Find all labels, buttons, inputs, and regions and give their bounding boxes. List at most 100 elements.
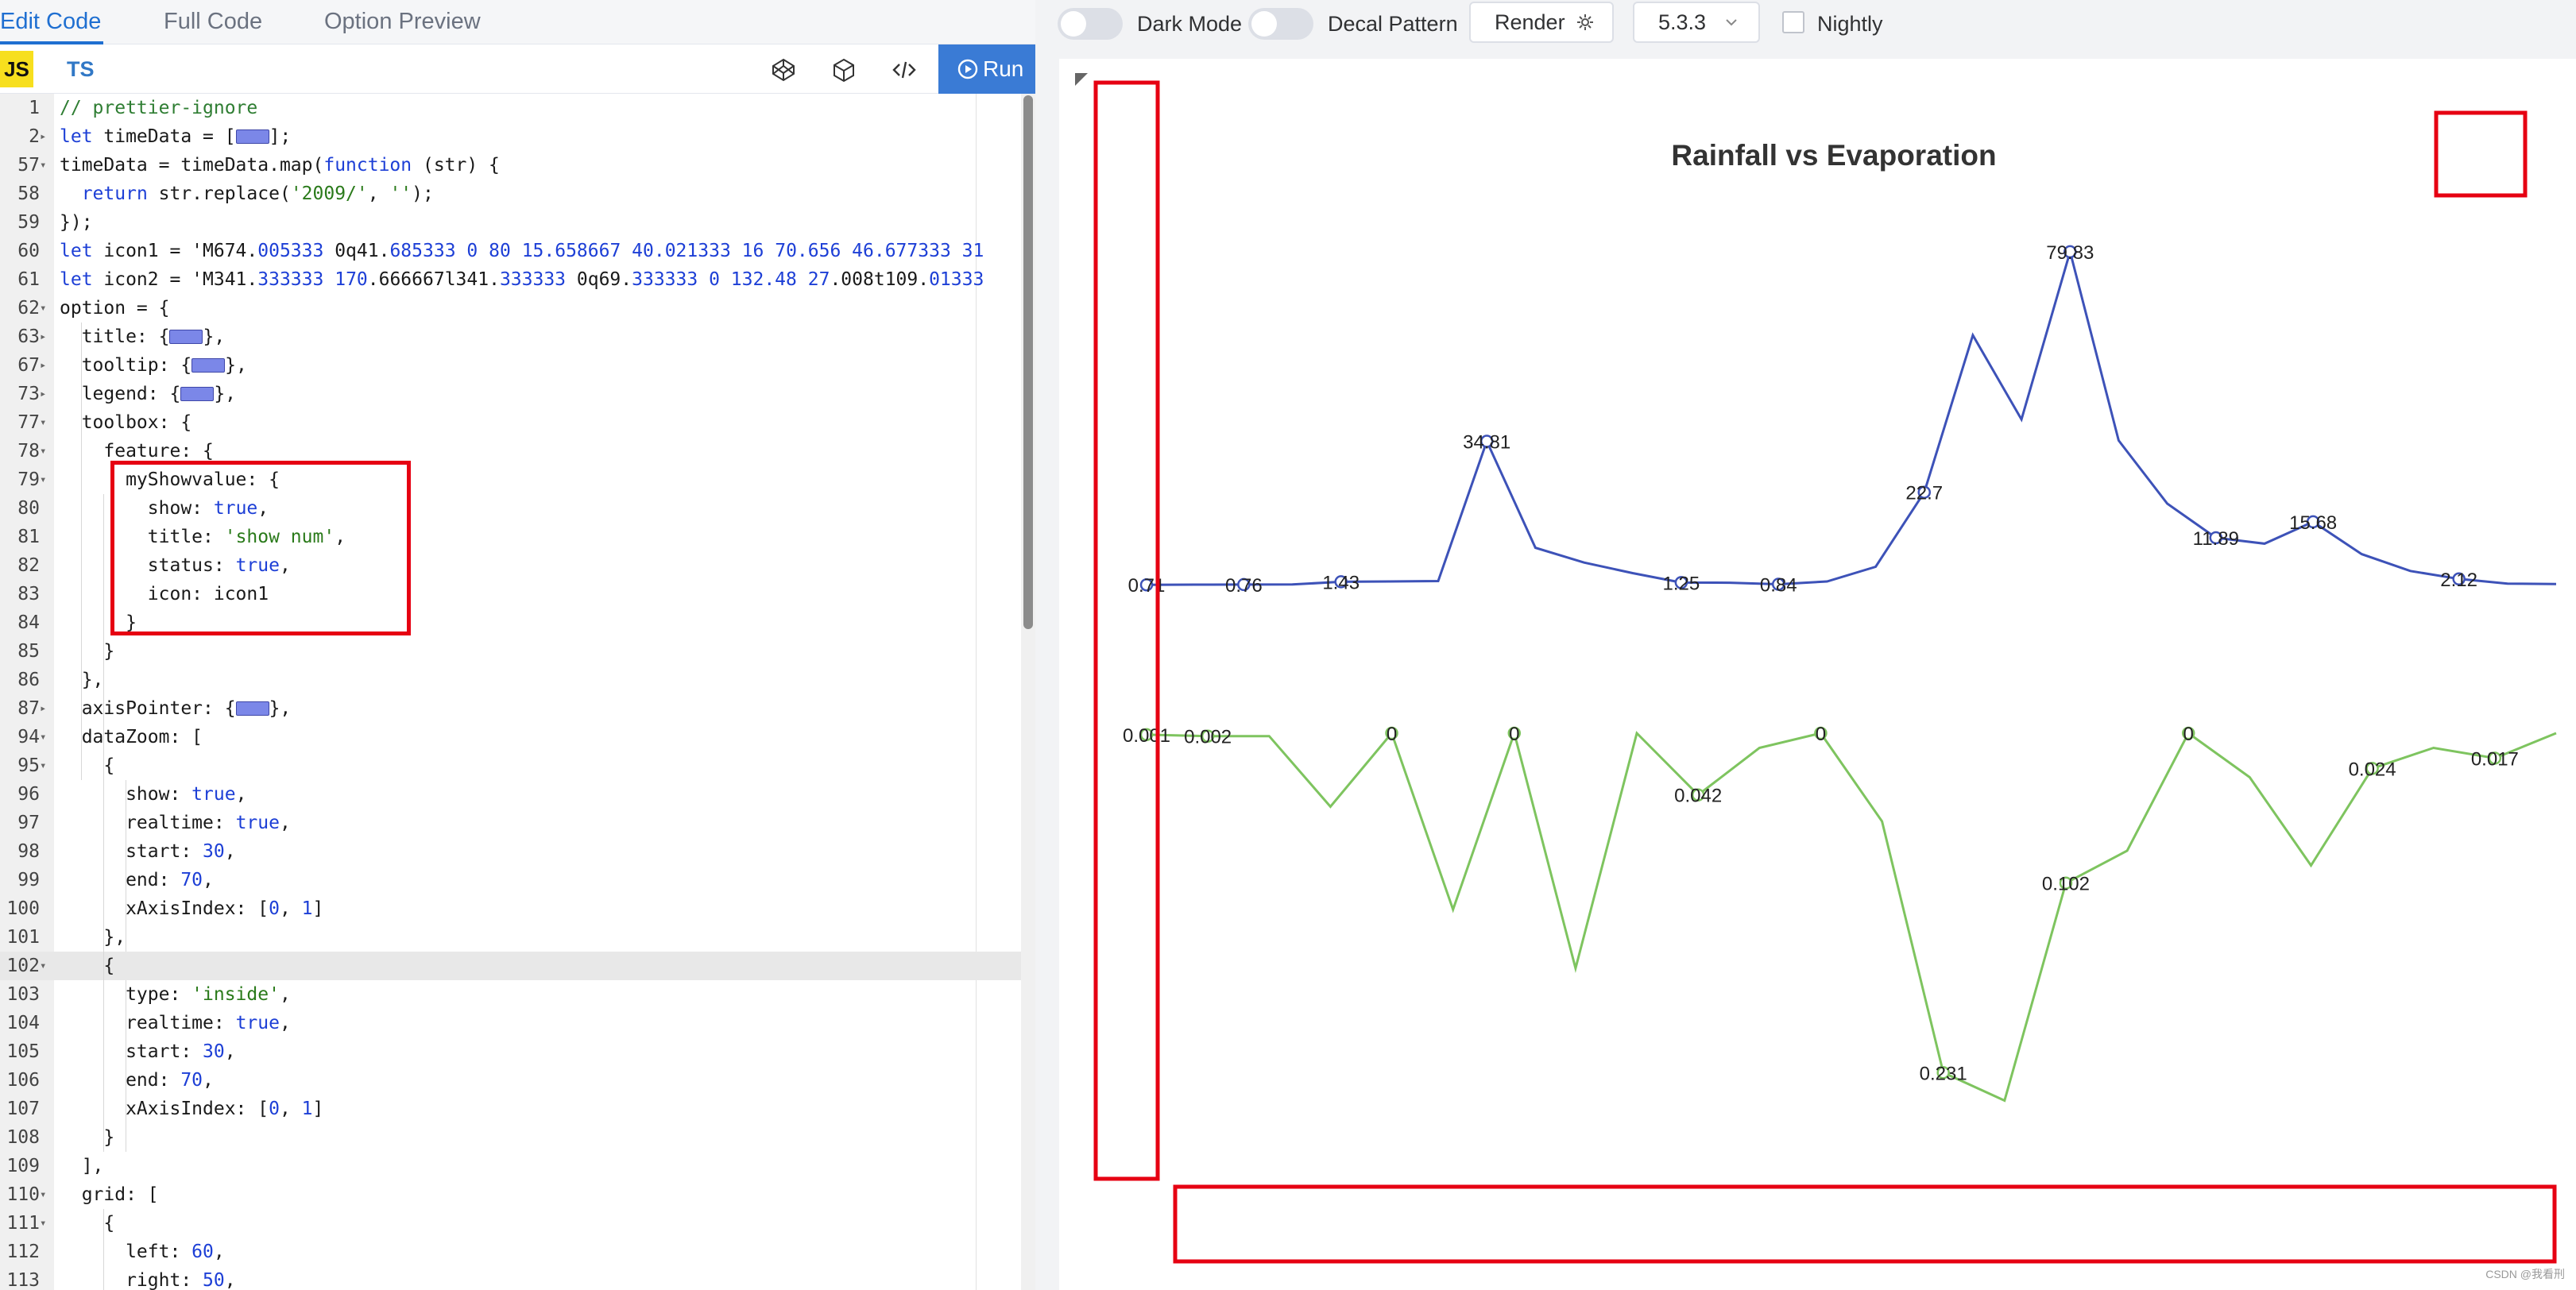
lang-js-button[interactable]: JS — [0, 51, 33, 87]
code-line[interactable]: 1 // prettier-ignore — [0, 94, 1021, 122]
render-select[interactable]: Render — [1469, 2, 1614, 43]
line-number: 97 — [17, 813, 40, 833]
dark-mode-toggle[interactable] — [1058, 8, 1123, 40]
code-line[interactable]: 61 let icon2 = 'M341.333333 170.666667l34… — [0, 265, 1021, 294]
fold-open-icon[interactable]: ▾ — [40, 1180, 51, 1209]
code-line[interactable]: 57 ▾ timeData = timeData.map(function (str… — [0, 151, 1021, 180]
data-label: 79.83 — [2046, 242, 2094, 264]
code-line[interactable]: 95 ▾ { — [0, 751, 1021, 780]
code-text: { — [60, 1213, 115, 1234]
fold-open-icon[interactable]: ▾ — [40, 1209, 51, 1238]
code-line[interactable]: 102 ▾ { — [0, 952, 1021, 980]
line-number: 81 — [17, 527, 40, 547]
code-line[interactable]: 112 left: 60, — [0, 1238, 1021, 1266]
code-line[interactable]: 94 ▾ dataZoom: [ — [0, 723, 1021, 751]
code-line[interactable]: 86 }, — [0, 666, 1021, 694]
data-label: 1.25 — [1663, 573, 1700, 594]
decal-pattern-toggle[interactable] — [1248, 8, 1313, 40]
fold-open-icon[interactable]: ▾ — [40, 465, 51, 494]
code-text: type: 'inside', — [60, 984, 291, 1005]
fold-open-icon[interactable]: ▾ — [40, 437, 51, 465]
embed-code-icon[interactable] — [892, 57, 917, 83]
collapsed-block-icon[interactable] — [180, 387, 215, 401]
code-line[interactable]: 87 ▸ axisPointer: {}, — [0, 694, 1021, 723]
data-label: 11.89 — [2193, 528, 2239, 550]
codepen-icon[interactable] — [771, 57, 796, 83]
data-label: 0.017 — [2471, 748, 2519, 770]
lang-ts-button[interactable]: TS — [67, 51, 95, 87]
code-line[interactable]: 106 end: 70, — [0, 1066, 1021, 1095]
fold-open-icon[interactable]: ▾ — [40, 151, 51, 180]
series-line-1[interactable] — [1146, 728, 2557, 1103]
fold-closed-icon[interactable]: ▸ — [40, 380, 51, 408]
code-line[interactable]: 85 } — [0, 637, 1021, 666]
collapsed-block-icon[interactable] — [235, 129, 269, 144]
code-line[interactable]: 97 realtime: true, — [0, 809, 1021, 837]
indent-guide — [103, 1209, 104, 1290]
code-text: // prettier-ignore — [60, 98, 258, 118]
line-number: 95 — [17, 755, 40, 776]
line-number: 67 — [17, 355, 40, 376]
chart-title: Rainfall vs Evaporation — [1671, 139, 1996, 172]
version-select[interactable]: 5.3.3 — [1633, 2, 1760, 43]
code-line[interactable]: 2 ▸ let timeData = []; — [0, 122, 1021, 151]
code-text: right: 50, — [60, 1270, 236, 1290]
collapsed-block-icon[interactable] — [235, 701, 269, 716]
code-line[interactable]: 96 show: true, — [0, 780, 1021, 809]
code-line[interactable]: 60 let icon1 = 'M674.005333 0q41.685333 0… — [0, 237, 1021, 265]
fold-open-icon[interactable]: ▾ — [40, 723, 51, 751]
code-line[interactable]: 101 }, — [0, 923, 1021, 952]
fold-open-icon[interactable]: ▾ — [40, 408, 51, 437]
tab-full-code[interactable]: Full Code — [164, 0, 262, 44]
editor-toolbar: JS TS Run — [0, 44, 1035, 94]
data-label: 0.84 — [1760, 575, 1797, 597]
echarts-canvas[interactable]: Rainfall vs Evaporation 0.71 0.76 1.4334.8… — [1059, 59, 2576, 1290]
line-number: 100 — [6, 898, 40, 919]
code-editor[interactable]: 1// prettier-ignore 2 ▸ let timeData = []; 5… — [0, 94, 1021, 1290]
code-line[interactable]: 59}); — [0, 208, 1021, 237]
codesandbox-icon[interactable] — [831, 57, 857, 83]
code-line[interactable]: 111 ▾ { — [0, 1209, 1021, 1238]
data-label: 0.76 — [1225, 575, 1263, 597]
code-text: grid: [ — [60, 1184, 159, 1205]
fold-closed-icon[interactable]: ▸ — [40, 322, 51, 351]
code-line[interactable]: 77 ▾ toolbox: { — [0, 408, 1021, 437]
code-line[interactable]: 104 realtime: true, — [0, 1009, 1021, 1037]
code-line[interactable]: 58 return str.replace('2009/', ''); — [0, 180, 1021, 208]
code-line[interactable]: 103 type: 'inside', — [0, 980, 1021, 1009]
line-number: 78 — [17, 441, 40, 462]
code-line[interactable]: 100 xAxisIndex: [0, 1] — [0, 894, 1021, 923]
fold-open-icon[interactable]: ▾ — [40, 952, 51, 980]
fold-open-icon[interactable]: ▾ — [40, 751, 51, 780]
code-line[interactable]: 108 } — [0, 1123, 1021, 1152]
editor-scrollbar-thumb[interactable] — [1023, 95, 1033, 629]
code-line[interactable]: 105 start: 30, — [0, 1037, 1021, 1066]
data-label: 22.7 — [1905, 483, 1943, 504]
run-button[interactable]: Run — [938, 44, 1035, 94]
code-line[interactable]: 99 end: 70, — [0, 866, 1021, 894]
fold-closed-icon[interactable]: ▸ — [40, 122, 51, 151]
code-line[interactable]: 73 ▸ legend: {}, — [0, 380, 1021, 408]
code-line[interactable]: 113 right: 50, — [0, 1266, 1021, 1290]
code-line[interactable]: 63 ▸ title: {}, — [0, 322, 1021, 351]
collapsed-block-icon[interactable] — [191, 358, 226, 373]
fold-closed-icon[interactable]: ▸ — [40, 694, 51, 723]
fold-closed-icon[interactable]: ▸ — [40, 351, 51, 380]
code-line[interactable]: 107 xAxisIndex: [0, 1] — [0, 1095, 1021, 1123]
collapsed-block-icon[interactable] — [169, 330, 203, 344]
series-line-0[interactable] — [1146, 247, 2557, 586]
code-line[interactable]: 67 ▸ tooltip: {}, — [0, 351, 1021, 380]
corner-marker-icon — [1075, 73, 1088, 86]
code-line[interactable]: 98 start: 30, — [0, 837, 1021, 866]
tab-option-preview[interactable]: Option Preview — [324, 0, 481, 44]
code-line[interactable]: 62 ▾ option = { — [0, 294, 1021, 322]
code-line[interactable]: 109 ], — [0, 1152, 1021, 1180]
tab-edit-code[interactable]: Edit Code — [0, 0, 103, 44]
editor-tabs: Edit Code Full Code Option Preview — [0, 0, 1035, 44]
nightly-checkbox[interactable] — [1782, 11, 1804, 33]
code-text: tooltip: {}, — [60, 355, 247, 376]
code-line[interactable]: 110 ▾ grid: [ — [0, 1180, 1021, 1209]
play-icon — [957, 59, 978, 79]
fold-open-icon[interactable]: ▾ — [40, 294, 51, 322]
line-number: 98 — [17, 841, 40, 862]
